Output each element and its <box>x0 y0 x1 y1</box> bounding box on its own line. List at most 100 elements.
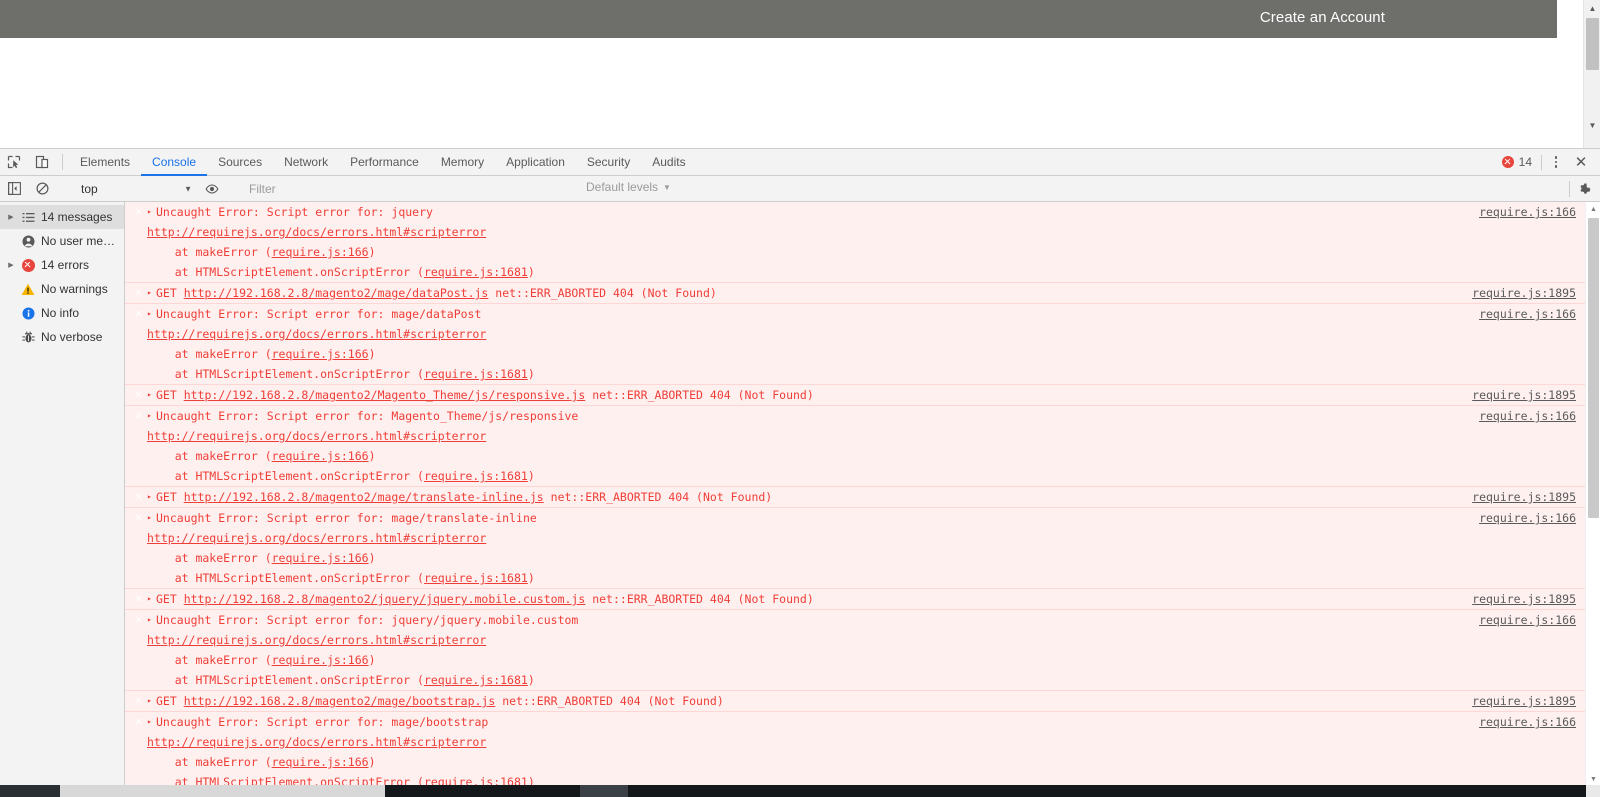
live-expression-icon[interactable] <box>198 182 226 196</box>
console-vertical-scrollbar[interactable]: ▲ ▼ <box>1585 202 1600 786</box>
stack-frame-source-link[interactable]: require.js:166 <box>272 653 369 667</box>
tab-network[interactable]: Network <box>273 149 339 176</box>
scroll-up-arrow-icon[interactable]: ▲ <box>1586 202 1600 216</box>
page-vertical-scrollbar[interactable]: ▲ ▼ <box>1583 0 1600 148</box>
tab-performance[interactable]: Performance <box>339 149 430 176</box>
console-error-row[interactable]: ▸ Uncaught Error: Script error for: mage/… <box>125 712 1585 786</box>
console-network-error-row[interactable]: ▸ GET http://192.168.2.8/magento2/mage/bo… <box>125 691 1585 712</box>
expand-twisty-icon[interactable]: ▸ <box>147 283 152 303</box>
close-devtools-icon[interactable]: ✕ <box>1568 152 1594 172</box>
console-message-source-link[interactable]: require.js:1895 <box>1472 385 1576 405</box>
error-doc-link[interactable]: http://requirejs.org/docs/errors.html#sc… <box>125 324 1585 344</box>
tab-memory[interactable]: Memory <box>430 149 495 176</box>
scroll-down-arrow-icon[interactable]: ▼ <box>1584 117 1600 134</box>
sidebar-item-errors[interactable]: ▶ 14 errors <box>0 253 124 277</box>
requirejs-docs-link[interactable]: http://requirejs.org/docs/errors.html#sc… <box>147 633 486 647</box>
console-scrollbar-thumb[interactable] <box>1588 218 1599 518</box>
sidebar-item-warnings[interactable]: No warnings <box>0 277 124 301</box>
console-log-levels-select[interactable]: Default levels ▼ <box>586 180 671 194</box>
requirejs-docs-link[interactable]: http://requirejs.org/docs/errors.html#sc… <box>147 429 486 443</box>
request-url-link[interactable]: http://192.168.2.8/magento2/mage/bootstr… <box>184 694 496 708</box>
expand-twisty-icon[interactable]: ▸ <box>147 487 152 507</box>
expand-twisty-icon[interactable]: ▸ <box>147 304 152 324</box>
stack-frame-close-paren: ) <box>368 551 376 565</box>
tab-security[interactable]: Security <box>576 149 641 176</box>
page-scrollbar-thumb[interactable] <box>1586 18 1599 70</box>
stack-frame-source-link[interactable]: require.js:1681 <box>424 265 528 279</box>
request-url-link[interactable]: http://192.168.2.8/magento2/mage/dataPos… <box>184 286 489 300</box>
console-message-source-link[interactable]: require.js:166 <box>1479 304 1576 324</box>
inspect-element-icon[interactable] <box>0 149 28 175</box>
requirejs-docs-link[interactable]: http://requirejs.org/docs/errors.html#sc… <box>147 225 486 239</box>
stack-frame-source-link[interactable]: require.js:166 <box>272 347 369 361</box>
sidebar-item-messages[interactable]: ▶ 14 messages <box>0 205 124 229</box>
stack-frame-source-link[interactable]: require.js:166 <box>272 449 369 463</box>
console-message-source-link[interactable]: require.js:1895 <box>1472 691 1576 711</box>
devtools-more-menu-icon[interactable] <box>1544 152 1568 172</box>
tab-application[interactable]: Application <box>495 149 576 176</box>
console-message-source-link[interactable]: require.js:166 <box>1479 712 1576 732</box>
expand-twisty-icon[interactable]: ▶ <box>4 261 18 269</box>
scroll-up-arrow-icon[interactable]: ▲ <box>1584 0 1600 17</box>
requirejs-docs-link[interactable]: http://requirejs.org/docs/errors.html#sc… <box>147 327 486 341</box>
stack-frame-source-link[interactable]: require.js:1681 <box>424 367 528 381</box>
sidebar-item-verbose[interactable]: No verbose <box>0 325 124 349</box>
stack-frame-source-link[interactable]: require.js:1681 <box>424 673 528 687</box>
error-doc-link[interactable]: http://requirejs.org/docs/errors.html#sc… <box>125 222 1585 242</box>
request-url-link[interactable]: http://192.168.2.8/magento2/Magento_Them… <box>184 388 586 402</box>
console-network-error-row[interactable]: ▸ GET http://192.168.2.8/magento2/Magento… <box>125 385 1585 406</box>
console-message-source-link[interactable]: require.js:166 <box>1479 202 1576 222</box>
console-error-row[interactable]: ▸ Uncaught Error: Script error for: jquer… <box>125 610 1585 691</box>
tab-elements[interactable]: Elements <box>69 149 141 176</box>
console-message-source-link[interactable]: require.js:1895 <box>1472 589 1576 609</box>
expand-twisty-icon[interactable]: ▶ <box>4 213 18 221</box>
console-network-error-row[interactable]: ▸ GET http://192.168.2.8/magento2/jquery/… <box>125 589 1585 610</box>
requirejs-docs-link[interactable]: http://requirejs.org/docs/errors.html#sc… <box>147 531 486 545</box>
device-toolbar-icon[interactable] <box>28 149 56 175</box>
scroll-down-arrow-icon[interactable]: ▼ <box>1586 772 1600 786</box>
console-message-source-link[interactable]: require.js:166 <box>1479 406 1576 426</box>
error-doc-link[interactable]: http://requirejs.org/docs/errors.html#sc… <box>125 630 1585 650</box>
execution-context-select[interactable]: top ▼ <box>73 179 198 199</box>
sidebar-item-user-messages[interactable]: No user me… <box>0 229 124 253</box>
console-network-error-row[interactable]: ▸ GET http://192.168.2.8/magento2/mage/da… <box>125 283 1585 304</box>
stack-frame-source-link[interactable]: require.js:1681 <box>424 571 528 585</box>
settings-gear-icon[interactable] <box>1574 179 1594 199</box>
console-message-source-link[interactable]: require.js:1895 <box>1472 283 1576 303</box>
requirejs-docs-link[interactable]: http://requirejs.org/docs/errors.html#sc… <box>147 735 486 749</box>
console-filter-input[interactable] <box>247 178 577 199</box>
expand-twisty-icon[interactable]: ▸ <box>147 610 152 630</box>
expand-twisty-icon[interactable]: ▸ <box>147 589 152 609</box>
console-error-row[interactable]: ▸ Uncaught Error: Script error for: mage/… <box>125 304 1585 385</box>
sidebar-item-info[interactable]: No info <box>0 301 124 325</box>
console-network-error-row[interactable]: ▸ GET http://192.168.2.8/magento2/mage/tr… <box>125 487 1585 508</box>
tab-sources[interactable]: Sources <box>207 149 273 176</box>
expand-twisty-icon[interactable]: ▸ <box>147 202 152 222</box>
request-url-link[interactable]: http://192.168.2.8/magento2/jquery/jquer… <box>184 592 586 606</box>
stack-frame-source-link[interactable]: require.js:166 <box>272 245 369 259</box>
error-doc-link[interactable]: http://requirejs.org/docs/errors.html#sc… <box>125 426 1585 446</box>
expand-twisty-icon[interactable]: ▸ <box>147 508 152 528</box>
tab-console[interactable]: Console <box>141 149 208 176</box>
console-error-row[interactable]: ▸ Uncaught Error: Script error for: Magen… <box>125 406 1585 487</box>
error-doc-link[interactable]: http://requirejs.org/docs/errors.html#sc… <box>125 528 1585 548</box>
console-error-row[interactable]: ▸ Uncaught Error: Script error for: jquer… <box>125 202 1585 283</box>
create-an-account-link[interactable]: Create an Account <box>1260 9 1385 26</box>
error-doc-link[interactable]: http://requirejs.org/docs/errors.html#sc… <box>125 732 1585 752</box>
expand-twisty-icon[interactable]: ▸ <box>147 385 152 405</box>
stack-frame-source-link[interactable]: require.js:166 <box>272 755 369 769</box>
error-count-badge[interactable]: 14 <box>1501 154 1542 170</box>
console-message-source-link[interactable]: require.js:166 <box>1479 610 1576 630</box>
expand-twisty-icon[interactable]: ▸ <box>147 406 152 426</box>
console-message-source-link[interactable]: require.js:166 <box>1479 508 1576 528</box>
console-message-source-link[interactable]: require.js:1895 <box>1472 487 1576 507</box>
expand-twisty-icon[interactable]: ▸ <box>147 691 152 711</box>
tab-audits[interactable]: Audits <box>641 149 696 176</box>
clear-console-icon[interactable] <box>28 182 56 195</box>
stack-frame-source-link[interactable]: require.js:1681 <box>424 469 528 483</box>
expand-twisty-icon[interactable]: ▸ <box>147 712 152 732</box>
console-error-row[interactable]: ▸ Uncaught Error: Script error for: mage/… <box>125 508 1585 589</box>
stack-frame-source-link[interactable]: require.js:166 <box>272 551 369 565</box>
console-sidebar-toggle-icon[interactable] <box>0 182 28 195</box>
request-url-link[interactable]: http://192.168.2.8/magento2/mage/transla… <box>184 490 544 504</box>
